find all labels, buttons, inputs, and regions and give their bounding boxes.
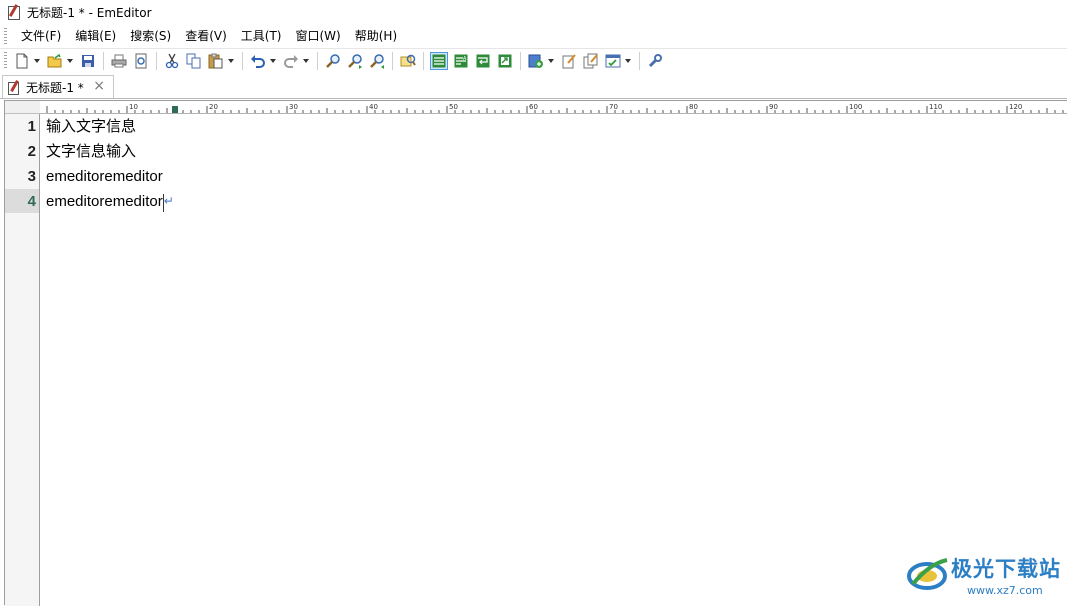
ruler-label: 80 [689, 103, 698, 111]
watermark-title: 极光下载站 [951, 557, 1061, 581]
properties-icon[interactable] [560, 52, 578, 70]
ruler-caret-marker [172, 106, 178, 113]
menu-search[interactable]: 搜索(S) [123, 24, 178, 48]
watermark: 极光下载站 www.xz7.com [907, 550, 1062, 600]
end-of-line-marker-icon: ↵ [163, 194, 174, 208]
wrap-by-chars-icon[interactable]: A [452, 52, 470, 70]
document-icon [8, 79, 20, 95]
ruler-label: 110 [929, 103, 942, 111]
menu-help[interactable]: 帮助(H) [348, 24, 404, 48]
ruler-label: 20 [209, 103, 218, 111]
wrap-by-window-icon[interactable] [474, 52, 492, 70]
watermark-url: www.xz7.com [967, 584, 1043, 597]
print-icon[interactable] [110, 52, 128, 70]
menu-edit[interactable]: 编辑(E) [68, 24, 123, 48]
window-title: 无标题-1 * - EmEditor [27, 5, 152, 20]
undo-icon[interactable] [249, 52, 267, 70]
menu-view[interactable]: 查看(V) [178, 24, 234, 48]
line-number: 3 [27, 168, 36, 185]
configuration-icon[interactable] [582, 52, 600, 70]
wrap-none-icon[interactable] [430, 52, 448, 70]
main-toolbar: A [0, 49, 1067, 73]
tab-untitled-1[interactable]: 无标题-1 * × [2, 75, 114, 98]
menu-tools[interactable]: 工具(T) [234, 24, 289, 48]
editor-pane[interactable]: 10 20 30 40 50 60 70 80 90 100 110 120 1 2 3 4 输入文字… [4, 100, 1067, 606]
plugin-dropdown[interactable] [624, 52, 632, 70]
highlight-icon[interactable] [399, 52, 417, 70]
undo-dropdown[interactable] [269, 52, 277, 70]
print-preview-icon[interactable] [132, 52, 150, 70]
paste-icon[interactable] [207, 52, 225, 70]
ruler-label: 10 [129, 103, 138, 111]
ruler-label: 40 [369, 103, 378, 111]
macro-icon[interactable] [527, 52, 545, 70]
line-number-current: 4 [27, 193, 36, 210]
toolbar-separator [156, 52, 157, 70]
svg-text:A: A [463, 56, 467, 62]
ruler-corner [5, 101, 40, 114]
menu-file[interactable]: 文件(F) [14, 24, 68, 48]
redo-dropdown[interactable] [302, 52, 310, 70]
paste-dropdown[interactable] [227, 52, 235, 70]
ruler-label: 120 [1009, 103, 1022, 111]
toolbar-separator [520, 52, 521, 70]
toolbar-separator [423, 52, 424, 70]
watermark-logo-icon [907, 558, 948, 590]
wrap-by-page-icon[interactable] [496, 52, 514, 70]
open-file-icon[interactable] [46, 52, 64, 70]
text-line[interactable]: 输入文字信息 [46, 115, 136, 139]
ruler-ticks: 10 20 30 40 50 60 70 80 90 100 110 120 [46, 103, 1064, 113]
ruler-label: 90 [769, 103, 778, 111]
title-bar: 无标题-1 * - EmEditor [0, 0, 1067, 24]
toolbar-grip[interactable] [4, 52, 7, 70]
menu-bar-grip[interactable] [4, 28, 7, 44]
find-previous-icon[interactable] [368, 52, 386, 70]
menu-window[interactable]: 窗口(W) [289, 24, 348, 48]
ruler-label: 50 [449, 103, 458, 111]
text-line[interactable]: 文字信息输入 [46, 140, 136, 164]
toolbar-separator [317, 52, 318, 70]
toolbar-separator [242, 52, 243, 70]
tab-label: 无标题-1 * [26, 80, 84, 95]
line-number-gutter[interactable]: 1 2 3 4 [5, 114, 40, 606]
toolbar-separator [103, 52, 104, 70]
new-file-dropdown[interactable] [33, 52, 41, 70]
save-icon[interactable] [79, 52, 97, 70]
tab-close-icon[interactable]: × [93, 78, 105, 94]
document-tab-strip: 无标题-1 * × [0, 74, 1067, 99]
tools-icon[interactable] [646, 52, 664, 70]
find-icon[interactable] [324, 52, 342, 70]
text-line[interactable]: emeditoremeditor [46, 165, 163, 189]
menu-bar: 文件(F) 编辑(E) 搜索(S) 查看(V) 工具(T) 窗口(W) 帮助(H… [0, 24, 1067, 49]
ruler-label: 100 [849, 103, 862, 111]
redo-icon[interactable] [282, 52, 300, 70]
new-file-icon[interactable] [13, 52, 31, 70]
copy-icon[interactable] [185, 52, 203, 70]
macro-dropdown[interactable] [547, 52, 555, 70]
line-number: 1 [27, 118, 36, 135]
text-line-current[interactable]: emeditoremeditor [46, 190, 163, 214]
emeditor-app-icon [7, 4, 21, 20]
ruler-label: 60 [529, 103, 538, 111]
column-ruler[interactable]: 10 20 30 40 50 60 70 80 90 100 110 120 [40, 101, 1067, 114]
ruler-label: 70 [609, 103, 618, 111]
ruler-label: 30 [289, 103, 298, 111]
plugin-icon[interactable] [604, 52, 622, 70]
toolbar-separator [639, 52, 640, 70]
toolbar-separator [392, 52, 393, 70]
find-next-icon[interactable] [346, 52, 364, 70]
cut-icon[interactable] [163, 52, 181, 70]
line-number: 2 [27, 143, 36, 160]
open-file-dropdown[interactable] [66, 52, 74, 70]
